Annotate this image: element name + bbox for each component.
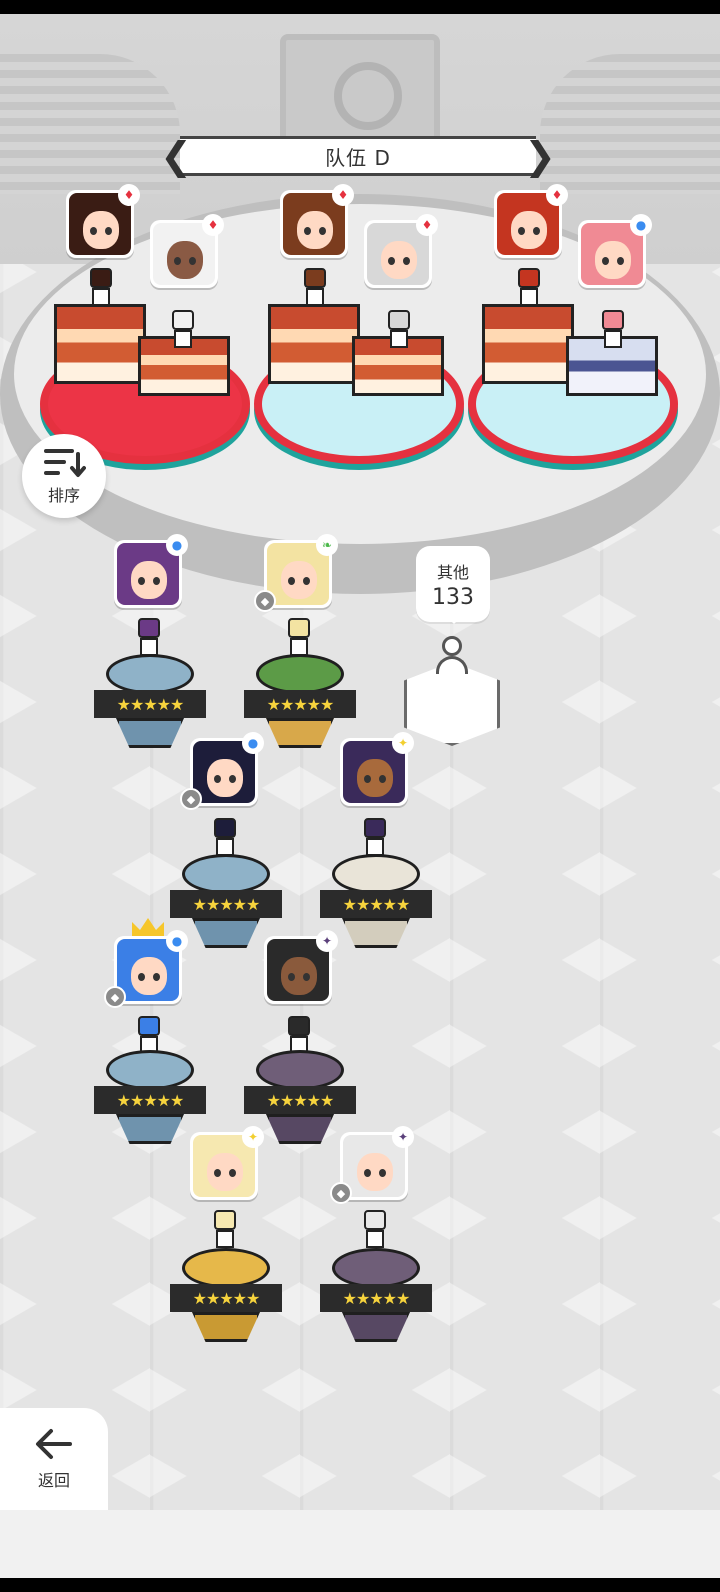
team-title-bar: ❮ 队伍 D ❯ — [160, 134, 556, 178]
sort-button[interactable]: 排序 — [22, 434, 106, 518]
roster-portrait-1[interactable]: ● — [114, 534, 188, 608]
roster-pedestal[interactable]: ★★★★★ — [320, 1248, 432, 1348]
star-rating: ★★★★★ — [94, 690, 206, 718]
roster-sprite[interactable] — [358, 818, 392, 858]
star-rating: ★★★★★ — [244, 690, 356, 718]
roster-sprite[interactable] — [358, 1210, 392, 1250]
team-member-portrait-2[interactable]: ♦ — [150, 214, 224, 288]
team-member-portrait-6[interactable]: ● — [578, 214, 652, 288]
other-count: 133 — [432, 584, 474, 610]
star-rating: ★★★★★ — [244, 1086, 356, 1114]
roster-portrait-6[interactable]: ✦ — [264, 930, 338, 1004]
team-member-portrait-3[interactable]: ♦ — [280, 184, 354, 258]
sort-list-icon — [44, 449, 86, 477]
roster-portrait-3[interactable]: ● ◆ — [180, 732, 264, 810]
arena-emblem — [280, 34, 440, 144]
water-element-icon: ● — [630, 214, 652, 236]
team-block — [54, 304, 146, 384]
team-title: 队伍 D — [325, 145, 391, 170]
fire-element-icon: ♦ — [202, 214, 224, 236]
team-member-portrait-5[interactable]: ♦ — [494, 184, 568, 258]
star-rating: ★★★★★ — [94, 1086, 206, 1114]
game-screen: ❮ 队伍 D ❯ ♦ ♦ ♦ ♦ ♦ ● 排序 ● ★★★★★ ❧ ◆ ★★★★… — [0, 14, 720, 1578]
star-rating: ★★★★★ — [320, 1284, 432, 1312]
other-label: 其他 — [436, 562, 469, 582]
roster-sprite[interactable] — [282, 618, 316, 658]
fire-element-icon: ♦ — [332, 184, 354, 206]
roster-portrait-4[interactable]: ✦ — [340, 732, 414, 806]
roster-sprite[interactable] — [208, 818, 242, 858]
wind-element-icon: ❧ — [316, 534, 338, 556]
fire-element-icon: ♦ — [546, 184, 568, 206]
roster-pedestal[interactable]: ★★★★★ — [170, 1248, 282, 1348]
team-member-portrait-1[interactable]: ♦ — [66, 184, 140, 258]
roster-pedestal[interactable]: ★★★★★ — [244, 1050, 356, 1150]
star-rating: ★★★★★ — [170, 890, 282, 918]
roster-portrait-5[interactable]: ● ◆ — [104, 930, 188, 1008]
tier-icon: ◆ — [254, 590, 276, 612]
light-element-icon: ✦ — [242, 1126, 264, 1148]
back-button[interactable]: 返回 — [0, 1408, 108, 1510]
light-element-icon: ✦ — [392, 732, 414, 754]
tier-icon: ◆ — [104, 986, 126, 1008]
arena-stand-left — [0, 54, 180, 194]
crown-icon — [132, 918, 164, 938]
team-sprite[interactable] — [298, 268, 332, 308]
team-sprite[interactable] — [84, 268, 118, 308]
roster-portrait-8[interactable]: ✦ ◆ — [330, 1126, 414, 1204]
other-count-bubble[interactable]: 其他 133 — [416, 546, 490, 624]
dark-element-icon: ✦ — [392, 1126, 414, 1148]
arena-stand-right — [540, 54, 720, 194]
roster-sprite[interactable] — [208, 1210, 242, 1250]
sort-label: 排序 — [47, 486, 80, 505]
dark-element-icon: ✦ — [316, 930, 338, 952]
star-rating: ★★★★★ — [320, 890, 432, 918]
next-team-icon[interactable]: ❯ — [524, 134, 556, 178]
fire-element-icon: ♦ — [416, 214, 438, 236]
fire-element-icon: ♦ — [118, 184, 140, 206]
placeholder-character-icon — [434, 636, 470, 676]
team-block — [482, 304, 574, 384]
roster-pedestal[interactable]: ★★★★★ — [320, 854, 432, 954]
team-sprite[interactable] — [382, 310, 416, 350]
bottom-bar — [0, 1510, 720, 1578]
roster-pedestal[interactable]: ★★★★★ — [94, 654, 206, 754]
team-member-portrait-4[interactable]: ♦ — [364, 214, 438, 288]
prev-team-icon[interactable]: ❮ — [160, 134, 192, 178]
team-block — [268, 304, 360, 384]
team-sprite[interactable] — [596, 310, 630, 350]
roster-pedestal[interactable]: ★★★★★ — [94, 1050, 206, 1150]
roster-sprite[interactable] — [132, 618, 166, 658]
roster-pedestal[interactable]: ★★★★★ — [244, 654, 356, 754]
roster-portrait-2[interactable]: ❧ ◆ — [254, 534, 338, 612]
back-label: 返回 — [37, 1471, 70, 1490]
water-element-icon: ● — [166, 930, 188, 952]
tier-icon: ◆ — [180, 788, 202, 810]
roster-portrait-7[interactable]: ✦ — [190, 1126, 264, 1200]
team-sprite[interactable] — [166, 310, 200, 350]
water-element-icon: ● — [166, 534, 188, 556]
water-element-icon: ● — [242, 732, 264, 754]
arrow-left-icon — [36, 1429, 72, 1459]
team-sprite[interactable] — [512, 268, 546, 308]
star-rating: ★★★★★ — [170, 1284, 282, 1312]
tier-icon: ◆ — [330, 1182, 352, 1204]
roster-pedestal[interactable]: ★★★★★ — [170, 854, 282, 954]
